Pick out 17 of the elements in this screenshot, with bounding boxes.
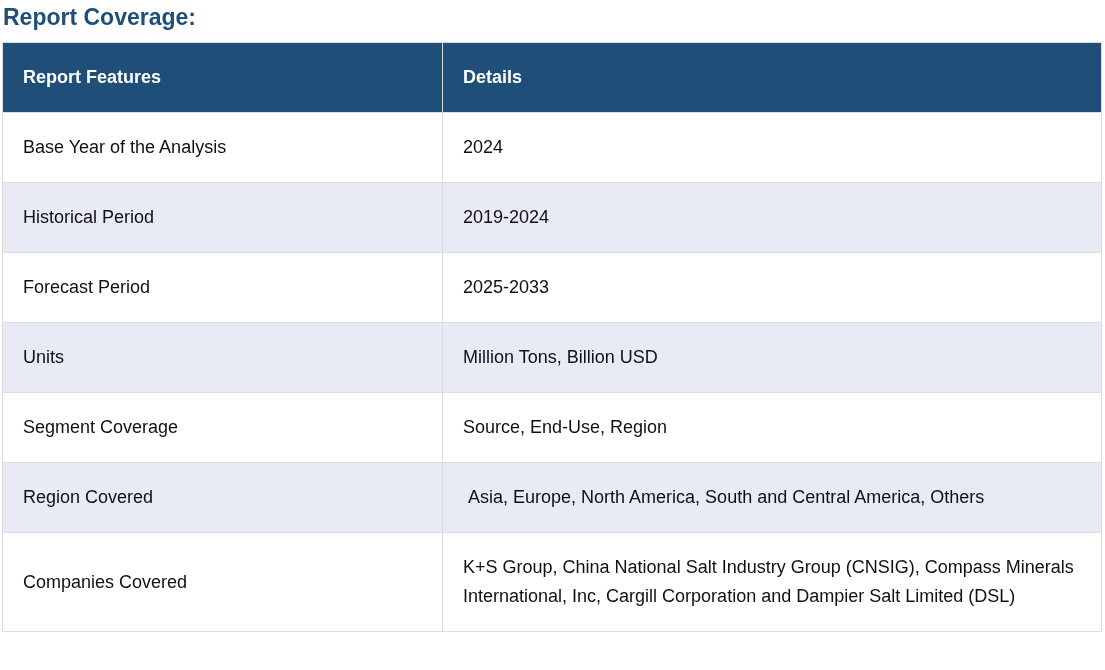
table-cell: Companies Covered [2,532,443,632]
table-cell: Million Tons, Billion USD [442,322,1102,393]
section-heading: Report Coverage: [3,4,197,30]
table-cell: K+S Group, China National Salt Industry Group (CNSIG), Compass Minerals International, Inc, Cargill Corporation and Dampier Salt Limited (DSL) [442,532,1102,632]
table-cell: Region Covered [2,462,443,533]
table-cell: Asia, Europe, North America, South and Central America, Others [442,462,1102,533]
table-cell: Forecast Period [2,252,443,323]
table-cell: 2025-2033 [442,252,1102,323]
table-cell: Segment Coverage [2,392,443,463]
table-cell: Units [2,322,443,393]
table-cell: Base Year of the Analysis [2,112,443,183]
table-cell: 2019-2024 [442,182,1102,253]
table-cell: Historical Period [2,182,443,253]
column-header: Details [442,42,1102,113]
table-cell: Source, End-Use, Region [442,392,1102,463]
column-header: Report Features [2,42,443,113]
table-cell: 2024 [442,112,1102,183]
